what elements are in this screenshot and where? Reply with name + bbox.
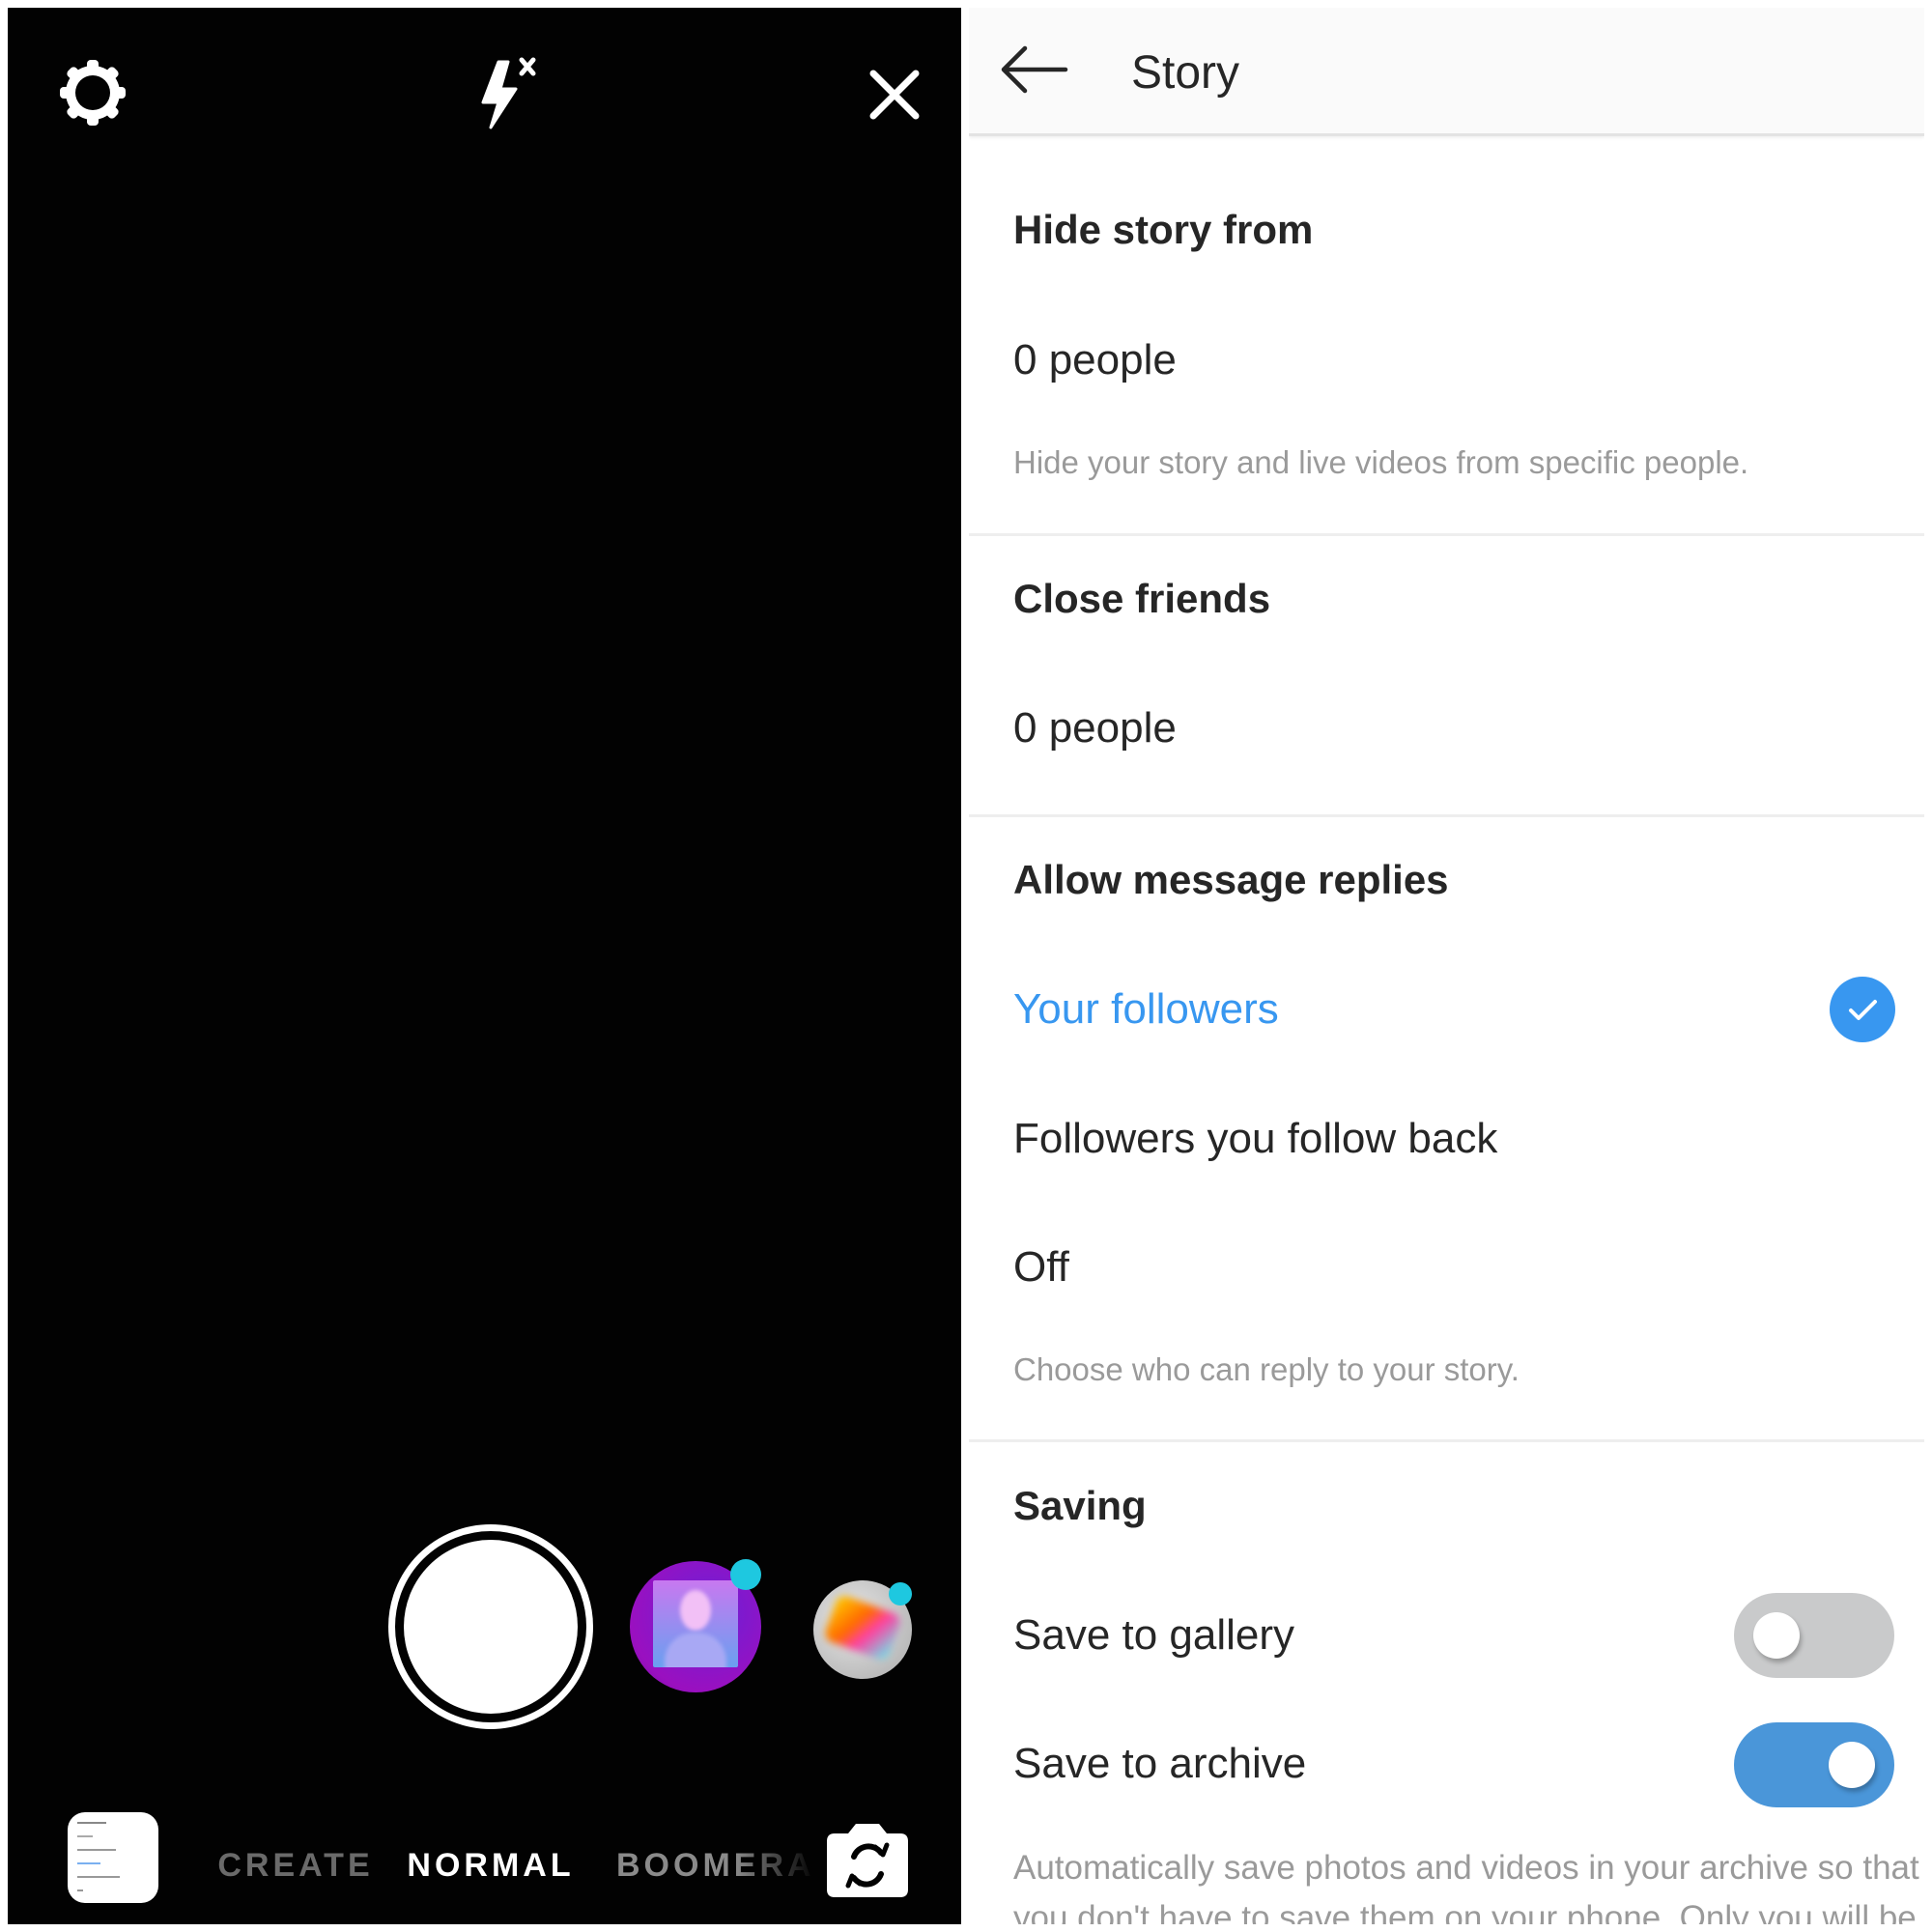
flash-off-icon — [481, 57, 536, 129]
hide-story-description: Hide your story and live videos from spe… — [1013, 444, 1749, 480]
new-badge-dot — [730, 1559, 761, 1590]
message-replies-description: Choose who can reply to your story. — [1013, 1351, 1520, 1387]
back-button[interactable] — [998, 43, 1071, 97]
save-to-archive-label: Save to archive — [1013, 1740, 1307, 1787]
color-effect-icon — [822, 1593, 903, 1662]
section-heading-message-replies: Allow message replies — [1013, 857, 1449, 902]
reply-option-off[interactable]: Off — [1013, 1243, 1069, 1292]
effect-face[interactable] — [630, 1559, 761, 1692]
camera-settings-button[interactable] — [52, 52, 133, 133]
app-header: Story — [969, 8, 1924, 136]
gear-icon — [60, 60, 126, 126]
save-to-gallery-toggle[interactable] — [1734, 1593, 1894, 1678]
new-badge-dot — [889, 1582, 912, 1605]
save-to-archive-toggle[interactable] — [1734, 1722, 1894, 1807]
close-camera-button[interactable] — [856, 56, 933, 133]
divider — [969, 533, 1924, 536]
selected-check-icon — [1830, 977, 1895, 1042]
story-settings-panel: Story Hide story from 0 people Hide your… — [969, 8, 1924, 1924]
mode-boomerang[interactable]: BOOMERA — [616, 1847, 815, 1885]
saving-description-line2: you don't have to save them on your phon… — [1013, 1899, 1917, 1924]
effect-color[interactable] — [813, 1580, 912, 1679]
back-arrow-icon — [1001, 45, 1068, 94]
flip-camera-button[interactable] — [821, 1820, 914, 1901]
camera-panel: CREATE NORMAL BOOMERA — [8, 8, 961, 1924]
toggle-knob — [1829, 1742, 1875, 1788]
divider — [969, 1439, 1924, 1442]
close-icon — [869, 70, 920, 120]
hide-story-people-link[interactable]: 0 people — [1013, 336, 1177, 384]
toggle-knob — [1753, 1612, 1800, 1659]
reply-option-your-followers[interactable]: Your followers — [1013, 985, 1279, 1034]
shutter-button[interactable] — [388, 1524, 593, 1729]
saving-description-line1: Automatically save photos and videos in … — [1013, 1849, 1919, 1887]
section-heading-close-friends: Close friends — [1013, 576, 1271, 621]
flip-camera-icon — [827, 1824, 908, 1897]
divider — [969, 814, 1924, 817]
face-effect-icon — [653, 1580, 738, 1667]
page-title: Story — [1131, 47, 1240, 99]
section-heading-hide-story: Hide story from — [1013, 207, 1314, 252]
section-heading-saving: Saving — [1013, 1483, 1147, 1528]
save-to-gallery-label: Save to gallery — [1013, 1611, 1295, 1659]
mode-normal[interactable]: NORMAL — [407, 1847, 574, 1885]
close-friends-people-link[interactable]: 0 people — [1013, 704, 1177, 753]
mode-create[interactable]: CREATE — [217, 1847, 373, 1885]
gallery-thumbnail[interactable] — [68, 1812, 158, 1903]
flash-toggle-button[interactable] — [462, 50, 549, 137]
reply-option-followers-you-follow-back[interactable]: Followers you follow back — [1013, 1115, 1497, 1163]
shutter-inner — [404, 1540, 578, 1714]
